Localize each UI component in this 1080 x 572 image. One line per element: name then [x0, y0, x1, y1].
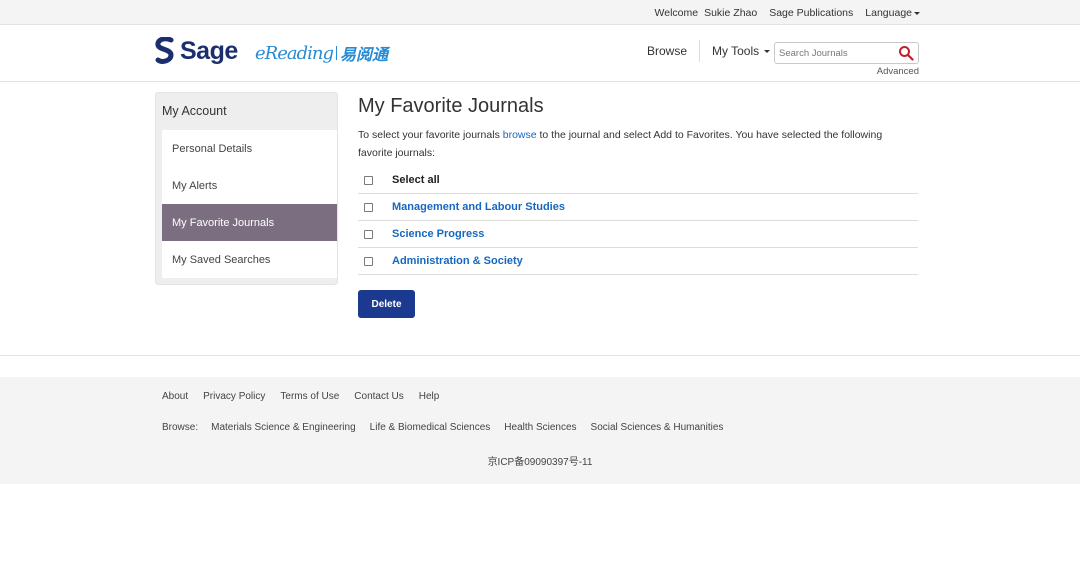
- footer-browse: Browse: Materials Science & Engineering …: [162, 422, 737, 433]
- intro-text: To select your favorite journals browse …: [358, 126, 918, 162]
- footer-link-privacy[interactable]: Privacy Policy: [203, 391, 265, 402]
- footer-divider: [0, 355, 1080, 356]
- footer-browse-materials[interactable]: Materials Science & Engineering: [211, 422, 356, 433]
- top-utility-bar: Welcome Sukie Zhao Sage Publications Lan…: [0, 0, 1080, 25]
- journal-link[interactable]: Management and Labour Studies: [392, 201, 565, 213]
- nav-browse[interactable]: Browse: [640, 40, 701, 62]
- journal-row: Science Progress: [358, 221, 918, 248]
- advanced-search-link[interactable]: Advanced: [877, 66, 919, 77]
- sidebar-item-personal-details[interactable]: Personal Details: [162, 130, 337, 167]
- account-sidebar: My Account Personal Details My Alerts My…: [155, 92, 338, 285]
- journal-link[interactable]: Administration & Society: [392, 255, 523, 267]
- footer-link-contact[interactable]: Contact Us: [354, 391, 403, 402]
- user-name-link[interactable]: Sukie Zhao: [704, 7, 757, 19]
- sage-logo-text: Sage: [180, 36, 238, 65]
- sage-s-mark-icon: [155, 37, 174, 64]
- footer-link-terms[interactable]: Terms of Use: [280, 391, 339, 402]
- top-links: Welcome Sukie Zhao Sage Publications Lan…: [649, 0, 920, 25]
- main-nav: Browse My Tools: [640, 40, 771, 62]
- welcome-text: Welcome: [654, 6, 699, 19]
- ereading-logo-cn-text: 易阅通: [339, 47, 388, 64]
- journal-link[interactable]: Science Progress: [392, 228, 484, 240]
- caret-down-icon: [914, 11, 920, 15]
- nav-my-tools-label: My Tools: [712, 44, 760, 58]
- org-name-link[interactable]: Sage Publications: [769, 7, 853, 19]
- select-all-label: Select all: [392, 174, 440, 186]
- footer-link-about[interactable]: About: [162, 391, 188, 402]
- delete-button[interactable]: Delete: [358, 290, 415, 318]
- footer-links: About Privacy Policy Terms of Use Contac…: [162, 391, 454, 402]
- select-all-checkbox[interactable]: [364, 175, 373, 185]
- footer-browse-label: Browse:: [162, 422, 199, 433]
- sidebar-title: My Account: [162, 104, 227, 118]
- select-all-row: Select all: [358, 167, 918, 194]
- logo-separator: [335, 46, 337, 60]
- search-icon[interactable]: [898, 45, 914, 61]
- icp-license-text: 京ICP备09090397号-11: [487, 457, 593, 468]
- intro-text-before: To select your favorite journals: [358, 129, 503, 141]
- footer-browse-health[interactable]: Health Sciences: [504, 422, 576, 433]
- nav-my-tools[interactable]: My Tools: [700, 44, 771, 58]
- browse-link[interactable]: browse: [503, 129, 537, 141]
- search-input[interactable]: [775, 43, 895, 63]
- ereading-logo-text: eReading: [255, 42, 334, 64]
- sage-logo[interactable]: Sage: [155, 36, 238, 66]
- sidebar-item-my-saved-searches[interactable]: My Saved Searches: [162, 241, 337, 278]
- site-footer: About Privacy Policy Terms of Use Contac…: [0, 377, 1080, 484]
- journal-row: Administration & Society: [358, 248, 918, 275]
- footer-browse-life[interactable]: Life & Biomedical Sciences: [370, 422, 491, 433]
- journal-checkbox[interactable]: [364, 256, 373, 266]
- ereading-logo[interactable]: eReading 易阅通: [255, 41, 388, 65]
- page-title: My Favorite Journals: [358, 95, 544, 117]
- journal-checkbox[interactable]: [364, 202, 373, 212]
- journal-checkbox[interactable]: [364, 229, 373, 239]
- language-dropdown[interactable]: Language: [865, 7, 920, 19]
- caret-down-icon: [764, 50, 771, 53]
- main-content: My Favorite Journals To select your favo…: [358, 92, 918, 318]
- sidebar-item-my-favorite-journals[interactable]: My Favorite Journals: [162, 204, 337, 241]
- footer-link-help[interactable]: Help: [419, 391, 440, 402]
- footer-browse-social[interactable]: Social Sciences & Humanities: [591, 422, 724, 433]
- journal-row: Management and Labour Studies: [358, 194, 918, 221]
- search-box: [774, 42, 919, 64]
- language-label: Language: [865, 6, 912, 19]
- sidebar-item-my-alerts[interactable]: My Alerts: [162, 167, 337, 204]
